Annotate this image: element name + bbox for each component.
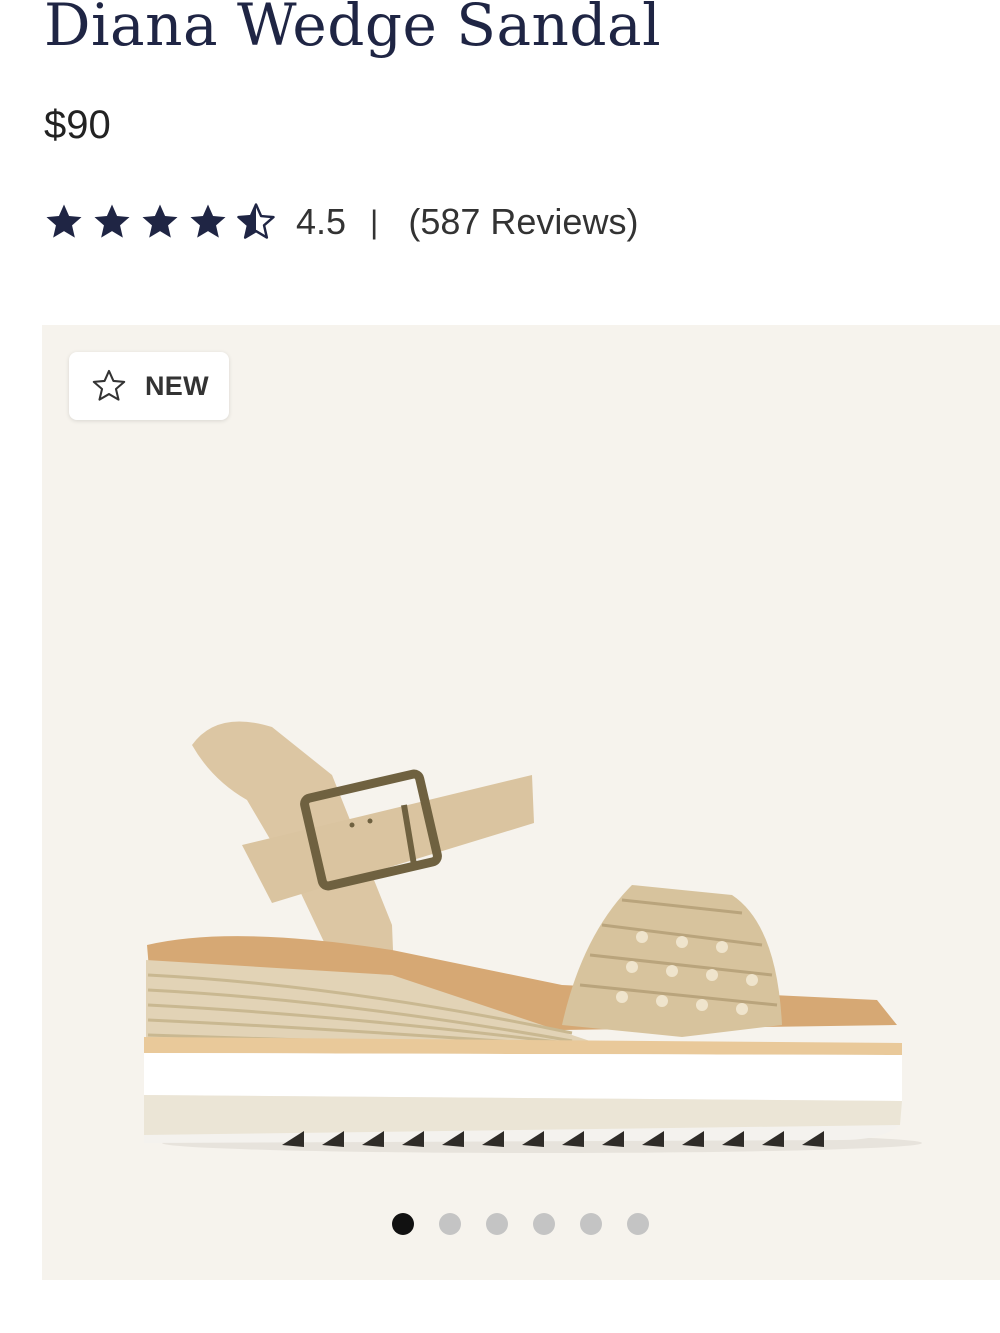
carousel-dots (392, 1213, 649, 1235)
star-filled-icon (90, 201, 134, 243)
star-filled-icon (138, 201, 182, 243)
reviews-count-link[interactable]: (587 Reviews) (408, 201, 638, 243)
star-outline-icon (89, 367, 129, 405)
star-filled-icon (186, 201, 230, 243)
new-badge: NEW (69, 352, 229, 420)
carousel-dot[interactable] (580, 1213, 602, 1235)
rating-divider: | (370, 203, 379, 240)
product-image-gallery[interactable]: NEW (42, 325, 1000, 1280)
rating-stars[interactable] (42, 201, 278, 243)
badge-label: NEW (145, 370, 209, 401)
rating-row: 4.5 | (587 Reviews) (42, 196, 638, 248)
carousel-dot[interactable] (627, 1213, 649, 1235)
carousel-dot[interactable] (439, 1213, 461, 1235)
rating-value: 4.5 (296, 201, 347, 242)
product-price: $90 (44, 103, 111, 147)
star-half-icon (234, 201, 278, 243)
carousel-dot[interactable] (392, 1213, 414, 1235)
carousel-dot[interactable] (533, 1213, 555, 1235)
product-title: Diana Wedge Sandal (44, 0, 662, 59)
carousel-dot[interactable] (486, 1213, 508, 1235)
product-image (144, 721, 922, 1153)
star-filled-icon (42, 201, 86, 243)
